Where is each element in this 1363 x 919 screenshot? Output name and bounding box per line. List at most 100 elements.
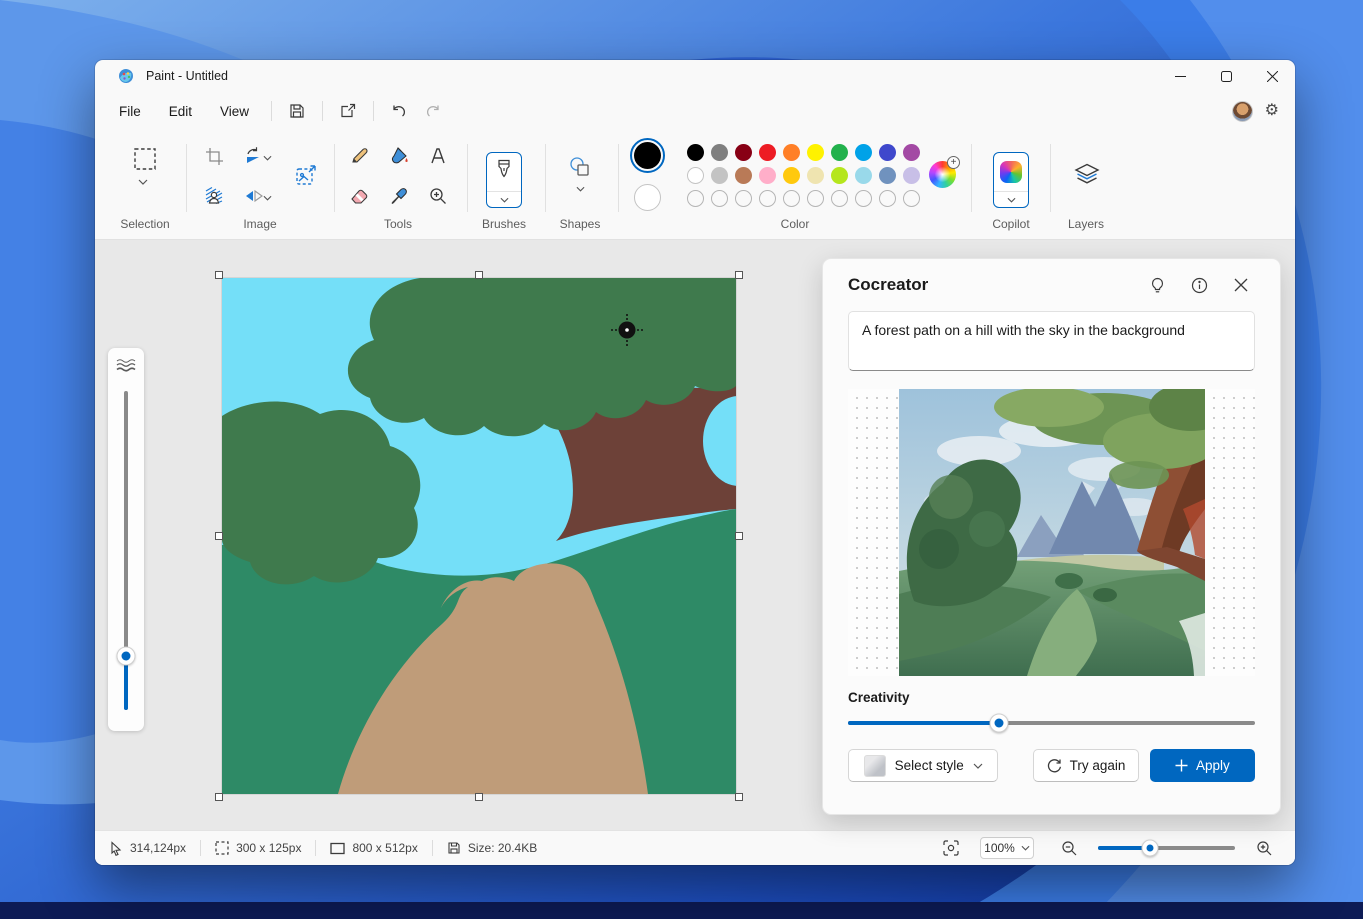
palette-empty-slot[interactable]	[879, 190, 896, 207]
info-button[interactable]	[1185, 271, 1213, 299]
crop-button[interactable]	[199, 141, 229, 171]
palette-color-swatch[interactable]	[855, 144, 872, 161]
palette-color-swatch[interactable]	[759, 167, 776, 184]
palette-color-swatch[interactable]	[831, 167, 848, 184]
shapes-icon	[568, 155, 592, 179]
rotate-dropdown[interactable]	[259, 143, 275, 173]
redo-button[interactable]	[416, 96, 450, 126]
palette-color-swatch[interactable]	[759, 144, 776, 161]
zoom-slider-handle[interactable]	[1142, 840, 1159, 857]
palette-color-swatch[interactable]	[687, 144, 704, 161]
palette-color-swatch[interactable]	[855, 167, 872, 184]
cocreator-close-button[interactable]	[1227, 271, 1255, 299]
palette-color-swatch[interactable]	[903, 167, 920, 184]
add-color-plus-icon[interactable]: +	[947, 156, 960, 169]
resize-image-button[interactable]	[291, 160, 321, 190]
color-picker-button[interactable]	[384, 181, 414, 211]
close-button[interactable]	[1249, 60, 1295, 92]
creativity-slider[interactable]	[848, 713, 1255, 733]
selection-handle-s[interactable]	[475, 793, 483, 801]
fit-to-screen-button[interactable]	[934, 833, 968, 863]
shapes-button[interactable]	[565, 152, 595, 182]
palette-color-swatch[interactable]	[807, 167, 824, 184]
select-style-button[interactable]: Select style	[848, 749, 998, 782]
color-group: + Color	[625, 130, 965, 239]
zoom-in-button[interactable]	[1247, 833, 1281, 863]
secondary-color-swatch[interactable]	[634, 184, 661, 211]
selection-handle-nw[interactable]	[215, 271, 223, 279]
canvas[interactable]	[222, 278, 736, 794]
palette-empty-slot[interactable]	[903, 190, 920, 207]
magnifier-button[interactable]	[423, 181, 453, 211]
fill-bucket-icon	[389, 146, 410, 167]
resize-icon	[294, 163, 318, 187]
size-slider-track[interactable]	[124, 391, 128, 710]
image-group: Image	[195, 130, 325, 239]
palette-color-swatch[interactable]	[783, 167, 800, 184]
primary-color-swatch[interactable]	[634, 142, 661, 169]
palette-color-swatch[interactable]	[879, 167, 896, 184]
selection-tool-button[interactable]	[130, 144, 160, 174]
toolbar-divider	[1050, 144, 1051, 212]
settings-gear-icon[interactable]: ⚙	[1265, 103, 1279, 119]
eraser-button[interactable]	[344, 181, 374, 211]
zoom-level-dropdown[interactable]: 100%	[980, 837, 1034, 859]
palette-color-swatch[interactable]	[735, 144, 752, 161]
flip-dropdown[interactable]	[259, 183, 275, 213]
palette-empty-slot[interactable]	[711, 190, 728, 207]
palette-empty-slot[interactable]	[831, 190, 848, 207]
pencil-button[interactable]	[344, 141, 374, 171]
generated-image[interactable]	[899, 389, 1205, 676]
save-button[interactable]	[280, 96, 314, 126]
share-button[interactable]	[331, 96, 365, 126]
palette-empty-slot[interactable]	[687, 190, 704, 207]
tips-button[interactable]	[1143, 271, 1171, 299]
palette-color-swatch[interactable]	[807, 144, 824, 161]
maximize-button[interactable]	[1203, 60, 1249, 92]
palette-color-swatch[interactable]	[783, 144, 800, 161]
palette-color-swatch[interactable]	[711, 144, 728, 161]
palette-color-swatch[interactable]	[903, 144, 920, 161]
zoom-out-button[interactable]	[1052, 833, 1086, 863]
selection-handle-n[interactable]	[475, 271, 483, 279]
fill-bucket-button[interactable]	[384, 141, 414, 171]
background-removal-button[interactable]	[199, 181, 229, 211]
selection-handle-w[interactable]	[215, 532, 223, 540]
palette-empty-slot[interactable]	[735, 190, 752, 207]
try-again-button[interactable]: Try again	[1033, 749, 1138, 782]
brushes-dropdown[interactable]	[487, 191, 521, 207]
palette-empty-slot[interactable]	[807, 190, 824, 207]
menu-edit[interactable]: Edit	[155, 98, 206, 125]
creativity-slider-handle[interactable]	[989, 714, 1008, 733]
palette-empty-slot[interactable]	[855, 190, 872, 207]
copilot-button[interactable]	[993, 152, 1029, 208]
selection-handle-ne[interactable]	[735, 271, 743, 279]
apply-button[interactable]: Apply	[1150, 749, 1255, 782]
menu-view[interactable]: View	[206, 98, 263, 125]
selection-handle-sw[interactable]	[215, 793, 223, 801]
palette-color-swatch[interactable]	[735, 167, 752, 184]
selection-handle-se[interactable]	[735, 793, 743, 801]
undo-button[interactable]	[382, 96, 416, 126]
brushes-group: Brushes	[474, 130, 534, 239]
size-slider-handle[interactable]	[117, 646, 136, 665]
zoom-slider[interactable]	[1098, 839, 1235, 857]
layers-group-label: Layers	[1057, 217, 1115, 231]
brushes-button[interactable]	[486, 152, 522, 208]
prompt-input[interactable]: A forest path on a hill with the sky in …	[848, 311, 1255, 371]
palette-empty-slot[interactable]	[759, 190, 776, 207]
palette-color-swatch[interactable]	[687, 167, 704, 184]
shapes-dropdown[interactable]	[570, 182, 590, 196]
menu-file[interactable]: File	[105, 98, 155, 125]
selection-handle-e[interactable]	[735, 532, 743, 540]
minimize-button[interactable]	[1157, 60, 1203, 92]
copilot-dropdown[interactable]	[994, 191, 1028, 207]
palette-empty-slot[interactable]	[783, 190, 800, 207]
palette-color-swatch[interactable]	[831, 144, 848, 161]
text-tool-button[interactable]	[423, 141, 453, 171]
palette-color-swatch[interactable]	[711, 167, 728, 184]
layers-button[interactable]	[1072, 160, 1102, 190]
palette-color-swatch[interactable]	[879, 144, 896, 161]
account-avatar[interactable]	[1232, 101, 1253, 122]
selection-dropdown[interactable]	[133, 174, 153, 190]
